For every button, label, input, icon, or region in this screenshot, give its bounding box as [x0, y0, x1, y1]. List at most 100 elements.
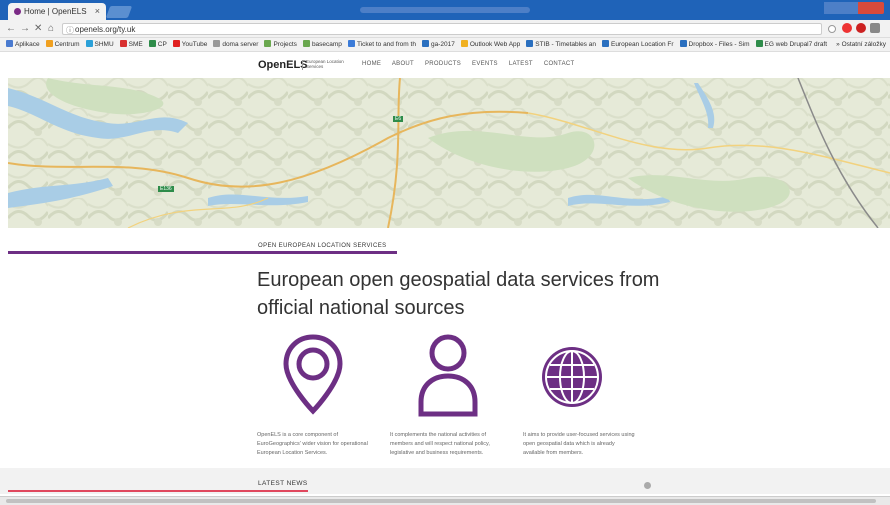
bookmark-label: Centrum	[54, 41, 80, 48]
back-icon[interactable]: ←	[6, 23, 16, 34]
window-title-placeholder	[360, 7, 530, 13]
bookmark-label: doma server	[222, 41, 259, 48]
bookmark-label: STIB - Timetables an	[535, 41, 596, 48]
bookmark-label: SHMU	[94, 41, 114, 48]
bookmark-item[interactable]: YouTube	[172, 38, 208, 51]
bookmark-item[interactable]: basecamp	[302, 38, 342, 51]
map-illustration	[8, 78, 890, 228]
bookmark-label: EG web Drupal7 draft	[764, 41, 828, 48]
bookmark-item[interactable]: Centrum	[45, 38, 80, 51]
tab-close-icon[interactable]: ×	[95, 6, 100, 16]
site-header: OpenELS European Location Services HOME …	[0, 52, 890, 78]
bookmark-label: Outlook Web App	[469, 41, 521, 48]
bookmark-item[interactable]: Dropbox - Files - Sim	[679, 38, 750, 51]
bookmark-item[interactable]: STIB - Timetables an	[526, 38, 596, 51]
bookmark-item[interactable]: European Location Fr	[601, 38, 674, 51]
menu-item-latest[interactable]: LATEST	[509, 61, 533, 67]
latest-news-underline	[8, 490, 308, 492]
extension-icon[interactable]	[870, 23, 880, 33]
bookmark-favicon-icon	[45, 40, 53, 47]
window-controls[interactable]	[824, 2, 884, 14]
bookmark-item[interactable]: EG web Drupal7 draft	[755, 38, 828, 51]
other-bookmarks[interactable]: Ostatní záložky	[842, 41, 886, 48]
feature-text-3: It aims to provide user-focused services…	[523, 432, 635, 456]
menu-item-home[interactable]: HOME	[362, 61, 381, 67]
menu-item-contact[interactable]: CONTACT	[544, 61, 575, 67]
bookmark-item[interactable]: ga-2017	[421, 38, 455, 51]
latest-news-heading: LATEST NEWS	[258, 480, 308, 487]
url-text: openels.org/ty.uk	[75, 25, 136, 34]
favicon-icon	[14, 8, 21, 15]
bookmark-label: CP	[157, 41, 167, 48]
carousel-dot-icon[interactable]	[644, 482, 651, 489]
scrollbar-thumb[interactable]	[6, 499, 876, 503]
browser-tab[interactable]: Home | OpenELS ×	[8, 3, 106, 20]
bookmark-item[interactable]: SHMU	[85, 38, 114, 51]
bookmark-label: basecamp	[311, 41, 342, 48]
route-label-e136: E136	[158, 186, 174, 192]
tab-title: Home | OpenELS	[24, 7, 87, 16]
kicker-underline	[8, 251, 397, 254]
person-icon	[418, 334, 478, 417]
url-field[interactable]: ⓘ openels.org/ty.uk	[62, 23, 822, 35]
bookmark-favicon-icon	[213, 40, 221, 47]
bookmark-favicon-icon	[85, 40, 93, 47]
bookmark-label: YouTube	[181, 41, 208, 48]
bookmark-item[interactable]: CP	[148, 38, 167, 51]
bookmark-label: ga-2017	[430, 41, 455, 48]
bookmarks-overflow[interactable]: » Ostatní záložky	[832, 38, 886, 51]
zoom-icon[interactable]	[828, 25, 836, 33]
bookmark-item[interactable]: Ticket to and from th	[347, 38, 416, 51]
logo-subtitle: European Location Services	[306, 59, 344, 69]
site-logo[interactable]: OpenELS	[258, 59, 308, 71]
bookmark-item[interactable]: SME	[119, 38, 143, 51]
page-headline: European open geospatial data services f…	[257, 269, 660, 319]
bookmark-item[interactable]: Projects	[264, 38, 297, 51]
new-tab-button[interactable]	[105, 6, 133, 18]
bookmark-item[interactable]: Aplikace	[6, 38, 40, 51]
horizontal-scrollbar[interactable]	[0, 496, 890, 505]
menu-item-about[interactable]: ABOUT	[392, 61, 414, 67]
globe-icon	[542, 347, 602, 407]
forward-icon[interactable]: →	[20, 23, 30, 34]
main-menu: HOME ABOUT PRODUCTS EVENTS LATEST CONTAC…	[362, 61, 583, 67]
menu-item-products[interactable]: PRODUCTS	[425, 61, 461, 67]
bookmark-favicon-icon	[302, 40, 310, 47]
bookmark-label: Ticket to and from th	[356, 41, 416, 48]
route-label-e6: E6	[393, 116, 404, 122]
bookmark-favicon-icon	[601, 40, 609, 47]
bookmark-favicon-icon	[526, 40, 534, 47]
menu-item-events[interactable]: EVENTS	[472, 61, 498, 67]
home-icon[interactable]: ⌂	[48, 23, 54, 34]
bookmark-item[interactable]: doma server	[213, 38, 259, 51]
bookmark-item[interactable]: Outlook Web App	[460, 38, 521, 51]
bookmark-favicon-icon	[421, 40, 429, 47]
address-bar: ← → ✕ ⌂ ⓘ openels.org/ty.uk	[0, 20, 890, 38]
bookmark-favicon-icon	[755, 40, 763, 47]
bookmark-favicon-icon	[6, 40, 13, 47]
bookmark-label: Projects	[273, 41, 297, 48]
map-banner: E6 E136	[8, 78, 890, 228]
info-icon: ⓘ	[66, 26, 74, 35]
bookmark-favicon-icon	[460, 40, 468, 47]
bookmark-favicon-icon	[119, 40, 127, 47]
bookmark-favicon-icon	[679, 40, 687, 47]
bookmarks-more-icon[interactable]: »	[836, 41, 840, 48]
adblock-extension-icon[interactable]	[856, 23, 866, 33]
stop-icon[interactable]: ✕	[34, 23, 42, 34]
bookmarks-bar: Aplikace Centrum SHMU SME CP YouTube doma serv…	[0, 38, 890, 52]
logo-divider	[302, 60, 303, 70]
bookmark-favicon-icon	[347, 40, 355, 47]
bookmark-favicon-icon	[264, 40, 272, 47]
feature-text-1: OpenELS is a core component of EuroGeogr…	[257, 432, 368, 456]
bookmark-label: Aplikace	[15, 41, 40, 48]
feature-text-2: It complements the national activities o…	[390, 432, 490, 456]
section-kicker: OPEN EUROPEAN LOCATION SERVICES	[258, 243, 387, 249]
bookmark-favicon-icon	[172, 40, 180, 47]
opera-extension-icon[interactable]	[842, 23, 852, 33]
bookmark-favicon-icon	[148, 40, 156, 47]
bookmark-label: European Location Fr	[610, 41, 674, 48]
bookmark-label: Dropbox - Files - Sim	[688, 41, 750, 48]
browser-tab-bar: Home | OpenELS ×	[0, 0, 890, 20]
location-pin-icon	[283, 334, 343, 415]
